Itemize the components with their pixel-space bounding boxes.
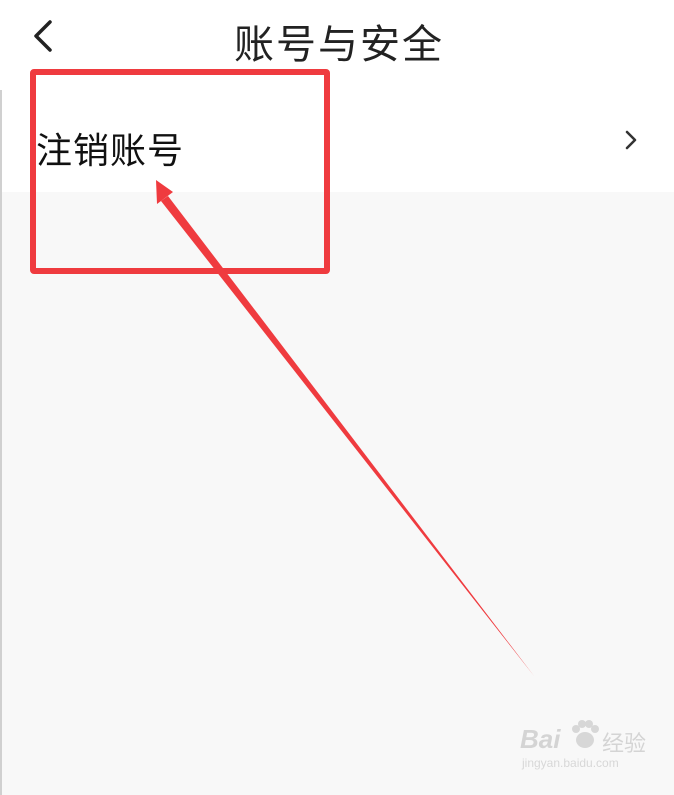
watermark-url: jingyan.baidu.com xyxy=(522,756,619,770)
watermark-jingyan: 经验 xyxy=(602,732,647,757)
annotation-arrow xyxy=(156,180,534,676)
paw-icon xyxy=(572,720,599,748)
watermark-brand: Bai xyxy=(520,724,561,754)
watermark: Bai 经验 jingyan.baidu.com xyxy=(520,718,660,778)
